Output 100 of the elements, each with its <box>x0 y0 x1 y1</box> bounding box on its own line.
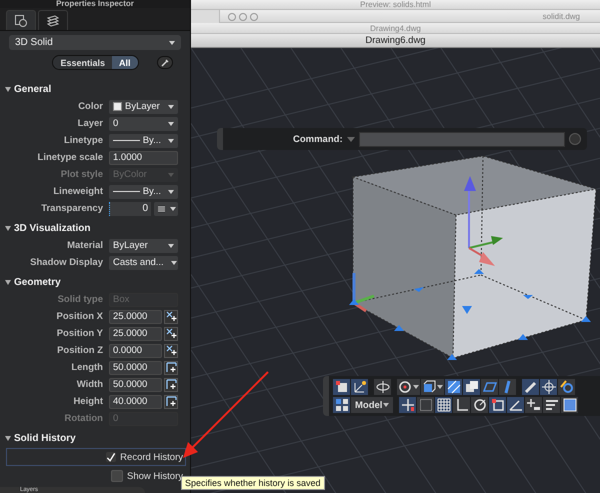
property-field[interactable]: 50.0000 <box>109 378 162 392</box>
angle-button[interactable] <box>507 397 524 413</box>
polar-button[interactable] <box>471 397 488 413</box>
pick-distance-button[interactable] <box>164 378 178 392</box>
stack-button[interactable] <box>463 379 480 395</box>
property-label: Solid type <box>56 294 104 305</box>
property-field[interactable]: 0.0000 <box>109 344 162 358</box>
section-header[interactable]: Geometry <box>0 274 190 291</box>
color-swatch-icon <box>113 102 122 111</box>
property-dropdown[interactable]: 0 <box>109 116 178 130</box>
plane-button[interactable] <box>481 379 498 395</box>
stack-icon <box>464 380 478 394</box>
snap-icon <box>400 398 415 412</box>
layers-tab[interactable] <box>38 10 68 30</box>
property-field[interactable]: 25.0000 <box>109 326 162 340</box>
ortho-icon <box>454 398 469 412</box>
history-checkbox[interactable]: Show History <box>111 470 183 482</box>
property-field[interactable]: 40.0000 <box>109 394 162 408</box>
crosshair-button[interactable] <box>540 379 557 395</box>
orbit-button[interactable] <box>374 379 391 395</box>
property-dropdown[interactable]: Casts and... <box>109 256 178 270</box>
pick-distance-icon <box>166 362 176 373</box>
transparency-menu-button[interactable] <box>154 202 178 216</box>
transparency-slider[interactable]: 0 <box>109 202 151 216</box>
grid-button[interactable] <box>435 397 452 413</box>
selected-box-drawing[interactable] <box>349 155 596 360</box>
layers-icon <box>46 14 60 28</box>
property-dropdown[interactable]: ByLayer <box>109 238 178 252</box>
object-type-dropdown[interactable]: 3D Solid <box>9 35 181 50</box>
eyedropper-icon <box>160 58 170 68</box>
lines-button[interactable] <box>543 397 560 413</box>
section-header[interactable]: General <box>0 81 190 98</box>
axes-button[interactable] <box>351 379 368 395</box>
osnap-button[interactable] <box>489 397 506 413</box>
history-checkbox[interactable]: Record History <box>106 452 183 462</box>
dotgrid-button[interactable] <box>417 397 434 413</box>
filter-toggle[interactable]: Essentials <box>53 56 112 69</box>
window-title: Drawing4.dwg <box>370 24 421 32</box>
crosshair-icon <box>542 380 556 394</box>
property-label: Color <box>77 101 104 112</box>
pick-point-button[interactable] <box>164 326 178 340</box>
grid4-button[interactable] <box>333 397 350 413</box>
pick-distance-icon <box>166 396 176 407</box>
slider-thumb[interactable] <box>109 202 112 216</box>
pick-distance-button[interactable] <box>164 360 178 374</box>
section-title: Geometry <box>14 277 61 288</box>
plus-icon <box>526 398 541 412</box>
section-header[interactable]: Solid History <box>0 430 190 447</box>
property-label: Transparency <box>40 203 104 214</box>
filter-toggle[interactable]: All <box>112 56 138 69</box>
grid-icon <box>436 398 451 412</box>
property-field[interactable]: 50.0000 <box>109 360 162 374</box>
property-field[interactable]: 25.0000 <box>109 310 162 324</box>
axes-icon <box>352 380 366 394</box>
box-button[interactable] <box>421 379 444 395</box>
property-label: Height <box>72 396 104 407</box>
command-input-field[interactable] <box>358 132 565 146</box>
property-field[interactable]: 1.0000 <box>109 150 178 164</box>
angle-icon <box>508 398 523 412</box>
property-label: Layer <box>76 118 104 129</box>
fill-icon <box>562 398 577 412</box>
tooltip: Specifies whether history is saved <box>181 476 325 490</box>
disclosure-icon <box>5 280 11 285</box>
property-label: Rotation <box>63 413 104 424</box>
sphere-button[interactable] <box>397 379 420 395</box>
orbit-icon <box>376 380 390 394</box>
checkmark-icon <box>106 452 116 462</box>
line-dropdown[interactable]: By... <box>109 134 178 148</box>
pen-button[interactable] <box>522 379 539 395</box>
property-label: Material <box>66 240 104 251</box>
plus-button[interactable] <box>525 397 542 413</box>
line-dropdown[interactable]: By... <box>109 184 178 198</box>
snap-button[interactable] <box>399 397 416 413</box>
hatch-icon <box>446 380 460 394</box>
section-title: 3D Visualization <box>14 223 91 234</box>
property-label: Linetype <box>62 135 104 146</box>
pick-point-button[interactable] <box>164 344 178 358</box>
property-label: Length <box>70 362 104 373</box>
section-title: Solid History <box>14 433 76 444</box>
model-dropdown[interactable]: Model <box>351 397 394 413</box>
hatch-button[interactable] <box>445 379 462 395</box>
properties-icon <box>14 14 28 28</box>
window-controls-icon <box>228 13 258 21</box>
layers-icon <box>156 204 166 213</box>
window-title: solidit.dwg <box>542 12 580 20</box>
properties-tab[interactable] <box>6 10 36 30</box>
pick-button[interactable] <box>156 56 173 69</box>
pick-distance-button[interactable] <box>164 394 178 408</box>
lines-icon <box>544 398 559 412</box>
grid4-icon <box>334 398 348 412</box>
fill-button[interactable] <box>561 397 578 413</box>
section-header[interactable]: 3D Visualization <box>0 220 190 237</box>
pick-point-button[interactable] <box>164 310 178 324</box>
window-title: Preview: solids.html <box>360 0 431 9</box>
property-label: Position Z <box>56 345 104 356</box>
osnap-icon <box>490 398 505 412</box>
ortho-button[interactable] <box>453 397 470 413</box>
color-dropdown[interactable]: ByLayer <box>109 100 178 114</box>
command-label: Command: <box>293 134 343 144</box>
box-icon <box>422 380 436 394</box>
